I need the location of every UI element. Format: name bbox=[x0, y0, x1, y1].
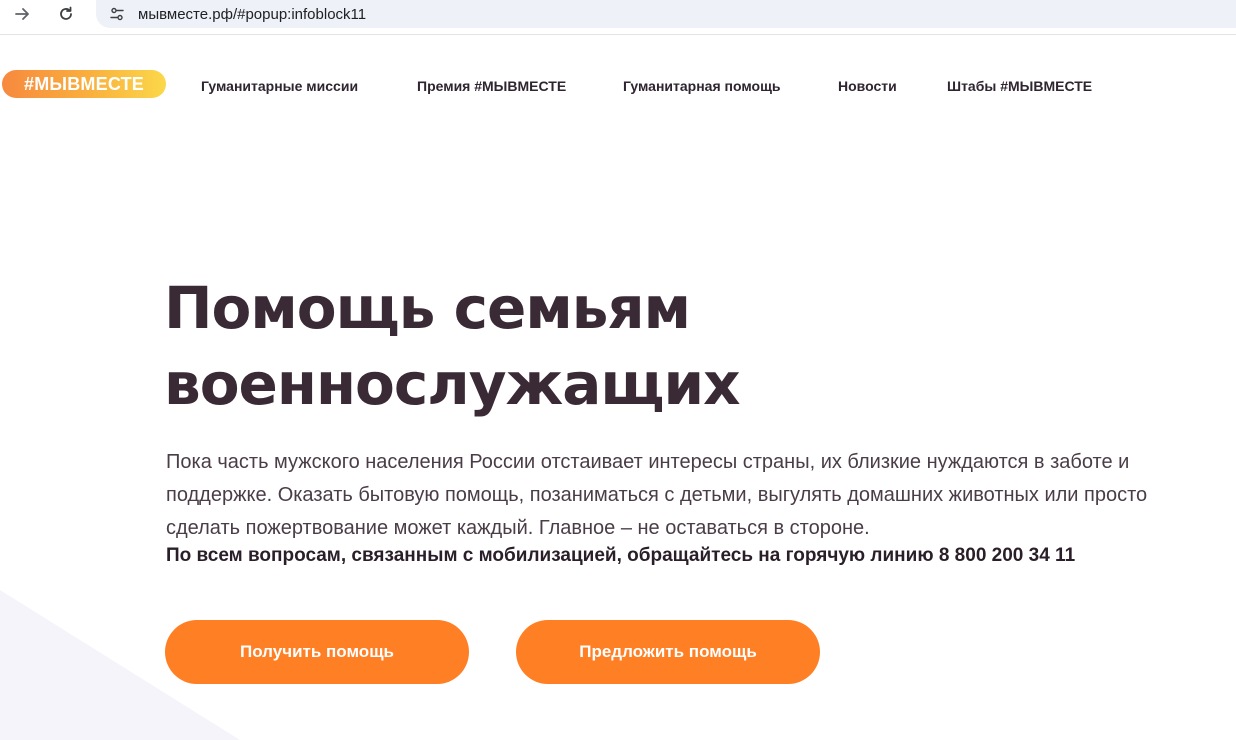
address-bar[interactable]: мывместе.рф/#popup:infoblock11 bbox=[96, 0, 1236, 28]
page-title-line-2: военнослужащих bbox=[164, 350, 741, 418]
browser-toolbar: мывместе.рф/#popup:infoblock11 bbox=[0, 0, 1236, 35]
reload-icon[interactable] bbox=[54, 2, 78, 26]
get-help-button[interactable]: Получить помощь bbox=[165, 620, 469, 684]
hero-description: Пока часть мужского населения России отс… bbox=[166, 451, 1148, 539]
tune-icon[interactable] bbox=[106, 3, 128, 25]
nav-award[interactable]: Премия #МЫВМЕСТЕ bbox=[417, 78, 566, 94]
nav-headquarters[interactable]: Штабы #МЫВМЕСТЕ bbox=[947, 78, 1092, 94]
nav-news[interactable]: Новости bbox=[838, 78, 897, 94]
arrow-right-icon[interactable] bbox=[10, 2, 34, 26]
page-title-line-1: Помощь семьям bbox=[164, 274, 691, 342]
hotline-text: По всем вопросам, связанным с мобилизаци… bbox=[166, 545, 1076, 566]
offer-help-button[interactable]: Предложить помощь bbox=[516, 620, 820, 684]
nav-humanitarian-aid[interactable]: Гуманитарная помощь bbox=[623, 78, 781, 94]
main-navigation: Гуманитарные миссии Премия #МЫВМЕСТЕ Гум… bbox=[0, 78, 1236, 98]
page-title: Помощь семьям военнослужащих bbox=[164, 270, 1064, 422]
url-text[interactable]: мывместе.рф/#popup:infoblock11 bbox=[138, 6, 366, 23]
nav-humanitarian-missions[interactable]: Гуманитарные миссии bbox=[201, 78, 358, 94]
